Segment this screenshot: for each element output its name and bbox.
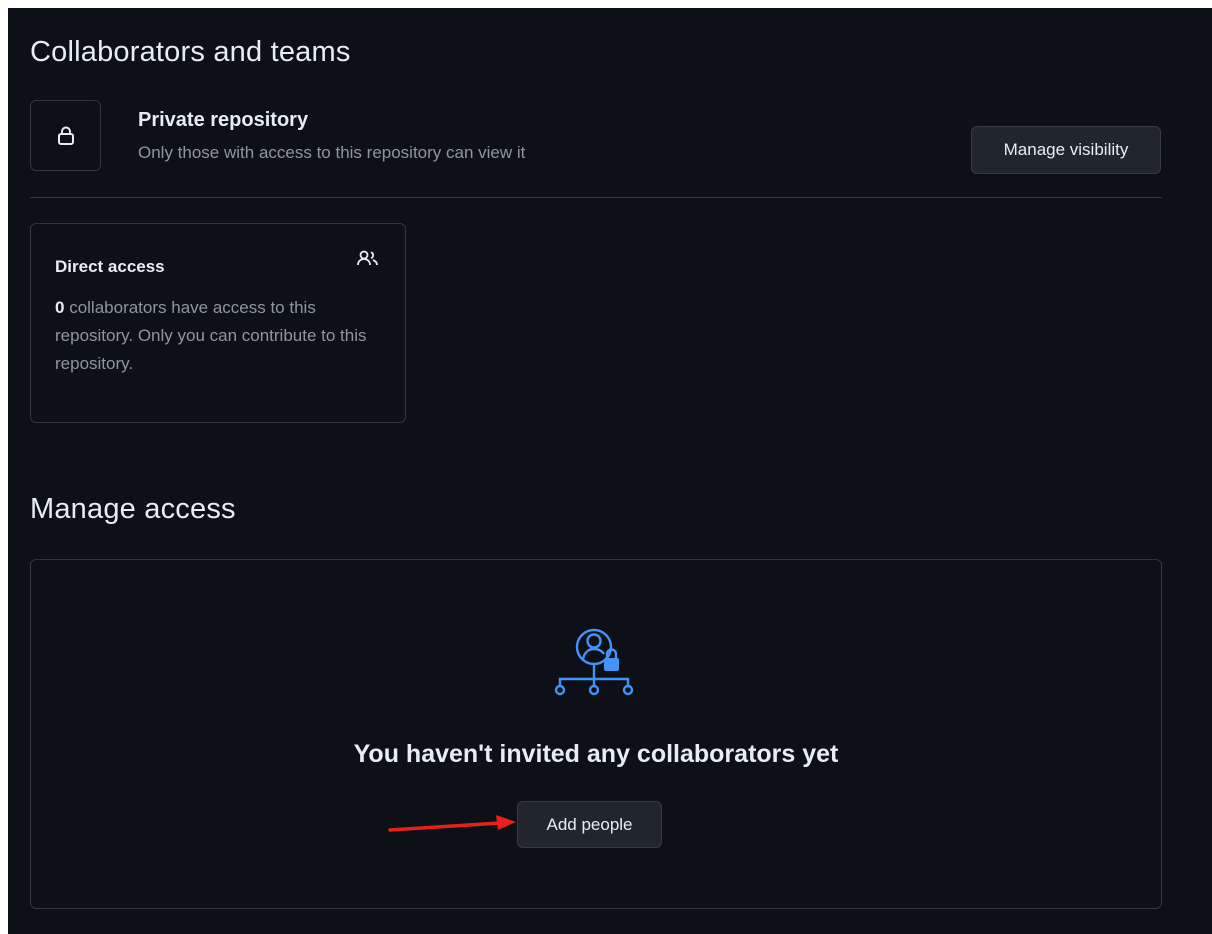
lock-icon [57,126,74,145]
direct-access-text: collaborators have access to this reposi… [55,298,367,373]
direct-access-title: Direct access [55,257,165,276]
person-lock-network-icon [554,628,634,696]
section-divider [30,197,1162,198]
add-people-button[interactable]: Add people [517,801,662,848]
direct-access-card: Direct access 0 collaborators have acces… [30,223,406,423]
direct-access-description: 0 collaborators have access to this repo… [55,294,391,378]
empty-state-title: You haven't invited any collaborators ye… [353,740,839,768]
visibility-icon-box [30,100,101,171]
red-arrow-icon [388,815,516,832]
visibility-title: Private repository [138,109,309,131]
collaborators-heading: Collaborators and teams [30,36,351,68]
manage-access-box: You haven't invited any collaborators ye… [30,559,1162,909]
settings-panel: Collaborators and teams Private reposito… [8,8,1212,934]
people-icon [357,250,378,266]
manage-visibility-button[interactable]: Manage visibility [971,126,1161,174]
manage-access-heading: Manage access [30,493,236,525]
visibility-description: Only those with access to this repositor… [138,143,526,162]
